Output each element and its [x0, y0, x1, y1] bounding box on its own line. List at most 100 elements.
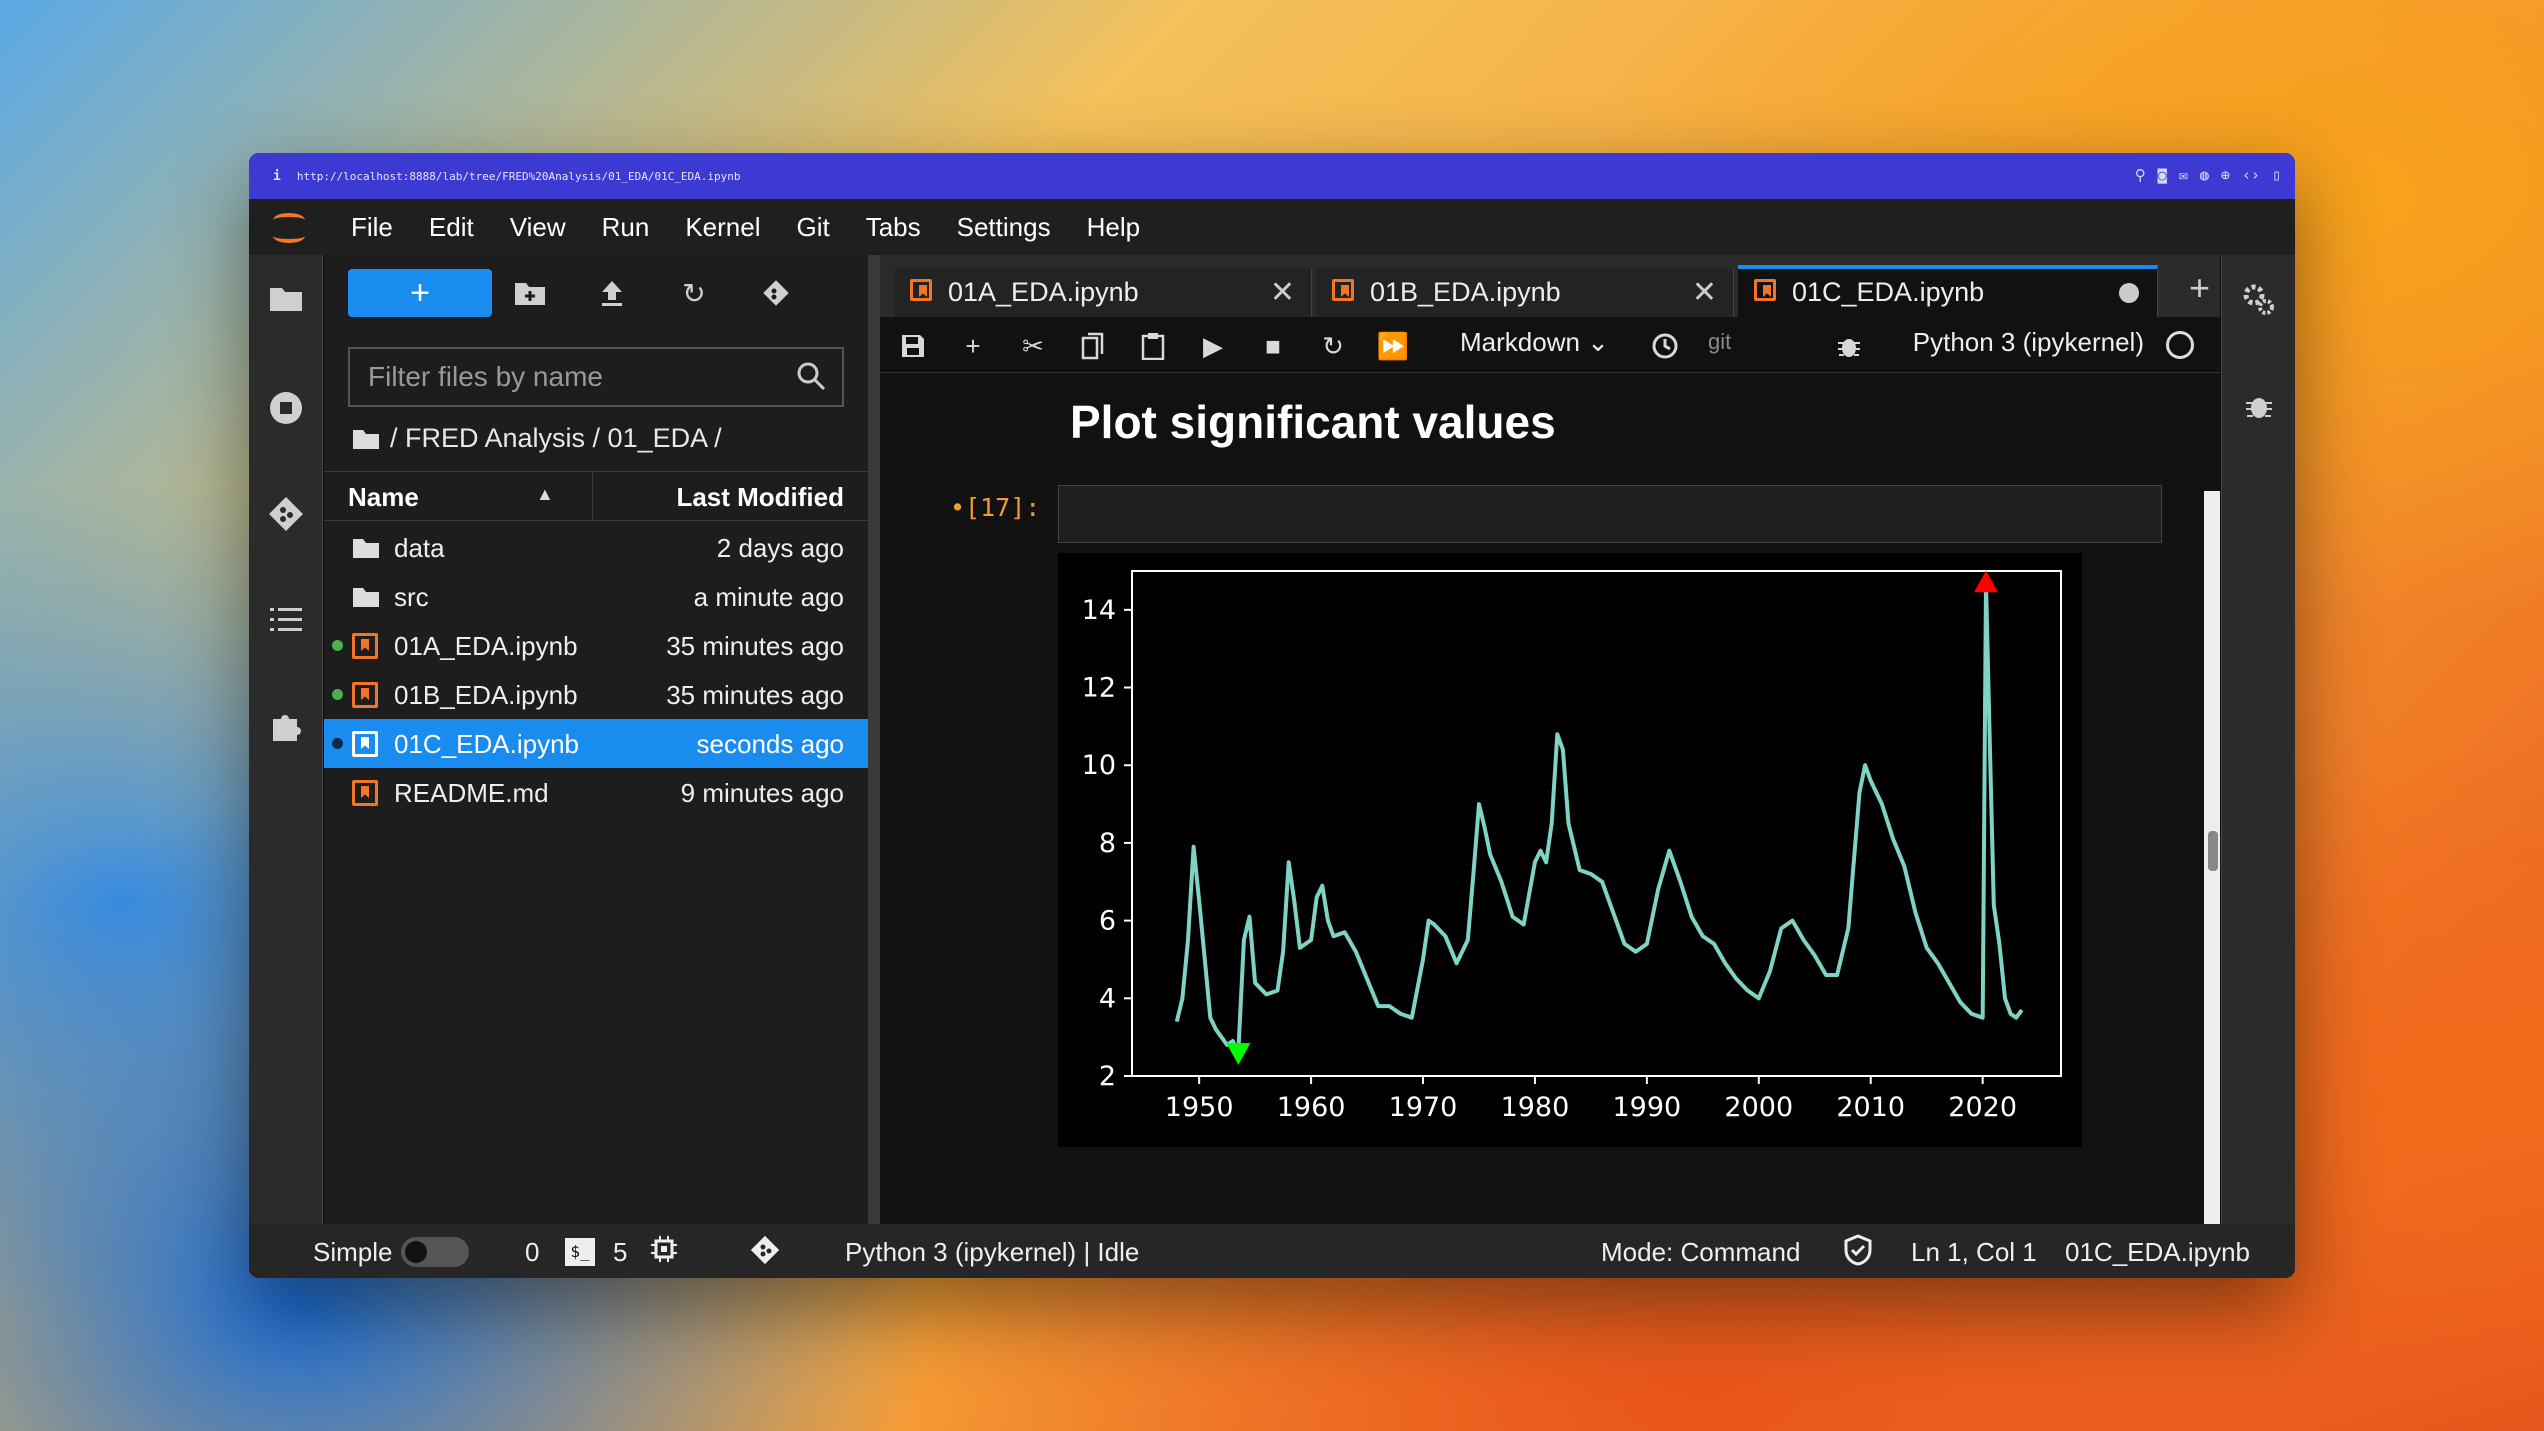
debugger-icon[interactable]	[2240, 387, 2278, 425]
folder-icon	[353, 539, 379, 558]
list-item[interactable]: 01A_EDA.ipynb 35 minutes ago	[324, 621, 868, 670]
sort-ascending-icon[interactable]: ▲	[536, 484, 554, 505]
git-status-icon[interactable]	[749, 1234, 781, 1273]
x-tick-label: 2010	[1836, 1092, 1905, 1123]
url-text[interactable]: http://localhost:8888/lab/tree/FRED%20An…	[297, 170, 741, 183]
column-last-modified[interactable]: Last Modified	[676, 482, 844, 513]
menu-tabs[interactable]: Tabs	[848, 212, 939, 243]
y-tick-label: 8	[1099, 828, 1116, 859]
new-folder-icon[interactable]	[510, 273, 550, 313]
list-item[interactable]: data 2 days ago	[324, 523, 868, 572]
unsaved-dot-icon[interactable]	[2119, 283, 2139, 303]
file-name: 01C_EDA.ipynb	[394, 729, 579, 759]
menu-settings[interactable]: Settings	[939, 212, 1069, 243]
list-item[interactable]: 01B_EDA.ipynb 35 minutes ago	[324, 670, 868, 719]
column-name[interactable]: Name	[348, 482, 419, 513]
link-icon[interactable]: ⚲	[2135, 166, 2146, 184]
kernel-status-text[interactable]: Python 3 (ipykernel) | Idle	[845, 1237, 1139, 1268]
breadcrumb-path[interactable]: / FRED Analysis / 01_EDA /	[390, 423, 722, 454]
running-indicator	[332, 689, 343, 700]
add-tab-icon[interactable]: +	[2189, 267, 2210, 309]
scrollbar[interactable]	[2204, 491, 2220, 1224]
file-modified: 2 days ago	[716, 533, 844, 563]
status-bar: Simple 0 $_ 5 Python 3 (ipykernel) | Idl…	[249, 1224, 2295, 1278]
git-label[interactable]: git	[1708, 329, 1731, 355]
camera-icon[interactable]: ◙	[2158, 166, 2167, 184]
list-item[interactable]: README.md 9 minutes ago	[324, 768, 868, 817]
menu-edit[interactable]: Edit	[411, 212, 492, 243]
git-icon[interactable]	[267, 495, 305, 533]
cpu-icon[interactable]	[649, 1234, 679, 1271]
min-marker	[1226, 1043, 1251, 1065]
cut-icon[interactable]: ✂	[1016, 329, 1050, 363]
running-sessions-icon[interactable]	[267, 389, 305, 427]
close-icon[interactable]: ✕	[1270, 275, 1295, 310]
plot-area-frame	[1131, 570, 2062, 1077]
folder-icon[interactable]	[267, 279, 305, 317]
info-icon: i	[273, 168, 281, 184]
trusted-shield-icon[interactable]	[1843, 1234, 1873, 1273]
target-icon[interactable]: ⊕	[2221, 166, 2230, 184]
kernel-name[interactable]: Python 3 (ipykernel)	[1913, 327, 2144, 358]
tab-01c-eda[interactable]: 01C_EDA.ipynb	[1738, 265, 2158, 317]
list-item-selected[interactable]: 01C_EDA.ipynb seconds ago	[324, 719, 868, 768]
upload-icon[interactable]	[592, 273, 632, 313]
debugger-icon[interactable]	[1832, 329, 1866, 363]
panel-splitter[interactable]	[868, 255, 880, 1224]
y-tick-label: 10	[1082, 750, 1116, 781]
list-item[interactable]: src a minute ago	[324, 572, 868, 621]
kernel-status-circle-icon	[2166, 331, 2194, 359]
property-inspector-gears-icon[interactable]	[2240, 281, 2278, 319]
run-icon[interactable]: ▶	[1196, 329, 1230, 363]
menu-file[interactable]: File	[333, 212, 411, 243]
paste-icon[interactable]	[1136, 329, 1170, 363]
file-list-header: Name ▲ Last Modified	[324, 471, 868, 521]
fast-forward-icon[interactable]: ⏩	[1376, 329, 1410, 363]
refresh-icon[interactable]: ↻	[674, 273, 714, 313]
markdown-heading: Plot significant values	[1070, 396, 1556, 448]
filter-files-input[interactable]: Filter files by name	[348, 347, 844, 407]
kernel-count[interactable]: 5	[613, 1237, 627, 1268]
tab-bar: 01A_EDA.ipynb ✕ 01B_EDA.ipynb ✕ 01C_EDA.…	[880, 255, 2220, 317]
tab-01b-eda[interactable]: 01B_EDA.ipynb ✕	[1316, 269, 1734, 317]
search-icon	[797, 362, 826, 391]
globe-icon[interactable]: ◍	[2200, 166, 2209, 184]
mail-icon[interactable]: ✉	[2179, 166, 2188, 184]
table-of-contents-icon[interactable]	[267, 601, 305, 639]
menu-view[interactable]: View	[492, 212, 584, 243]
clock-icon[interactable]	[1648, 329, 1682, 363]
stop-icon[interactable]: ■	[1256, 329, 1290, 363]
menu-git[interactable]: Git	[778, 212, 847, 243]
menu-run[interactable]: Run	[584, 212, 668, 243]
folder-icon	[353, 588, 379, 607]
close-icon[interactable]: ✕	[1692, 275, 1717, 310]
cursor-position[interactable]: Ln 1, Col 1	[1911, 1237, 2037, 1268]
tab-01a-eda[interactable]: 01A_EDA.ipynb ✕	[894, 269, 1312, 317]
code-icon[interactable]: ‹›	[2242, 166, 2260, 184]
simple-mode-toggle[interactable]	[401, 1237, 469, 1267]
code-cell-input[interactable]	[1058, 485, 2162, 543]
restart-icon[interactable]: ↻	[1316, 329, 1350, 363]
menu-help[interactable]: Help	[1069, 212, 1158, 243]
column-divider[interactable]	[592, 472, 593, 520]
copy-icon[interactable]	[1076, 329, 1110, 363]
menu-kernel[interactable]: Kernel	[667, 212, 778, 243]
cell-type-dropdown[interactable]: Markdown ⌄	[1460, 327, 1609, 358]
save-icon[interactable]	[896, 329, 930, 363]
menu-bar: File Edit View Run Kernel Git Tabs Setti…	[249, 199, 2295, 255]
y-tick-label: 12	[1082, 673, 1116, 704]
terminal-count[interactable]: 0	[525, 1237, 539, 1268]
insert-cell-icon[interactable]: +	[956, 329, 990, 363]
git-clone-icon[interactable]	[756, 273, 796, 313]
home-folder-icon[interactable]	[352, 428, 380, 450]
terminal-icon[interactable]: $_	[565, 1238, 595, 1266]
x-tick-label: 2000	[1724, 1092, 1793, 1123]
extensions-icon[interactable]	[267, 707, 305, 745]
scroll-thumb[interactable]	[2208, 831, 2218, 871]
address-bar[interactable]: i http://localhost:8888/lab/tree/FRED%20…	[249, 153, 2295, 199]
notebook-icon	[352, 633, 380, 659]
series-line	[1174, 580, 2024, 1055]
new-launcher-button[interactable]: +	[348, 269, 492, 317]
sidebar-icon[interactable]: ▯	[2272, 166, 2281, 184]
y-tick-label: 4	[1099, 983, 1116, 1014]
